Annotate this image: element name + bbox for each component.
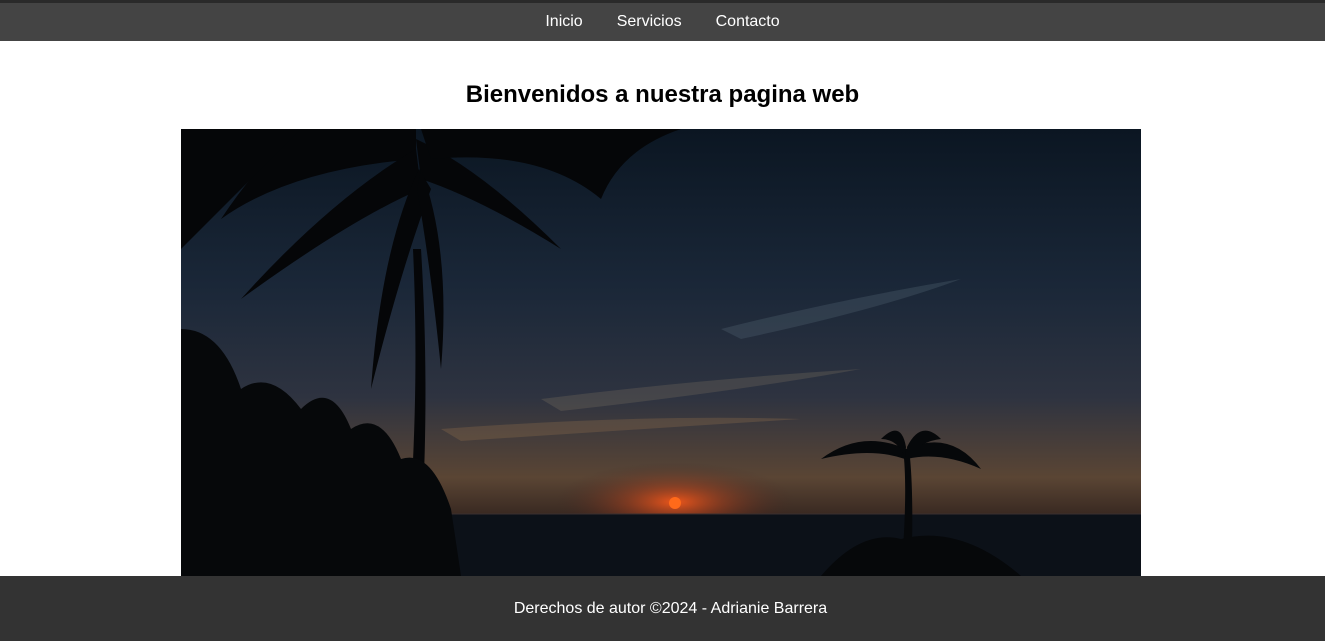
nav-link-servicios[interactable]: Servicios (617, 13, 682, 31)
main-navbar: Inicio Servicios Contacto (0, 3, 1325, 41)
nav-link-inicio[interactable]: Inicio (545, 13, 582, 31)
page-footer: Derechos de autor ©2024 - Adrianie Barre… (0, 576, 1325, 641)
hero-image (181, 129, 1141, 576)
sun-icon (669, 497, 681, 509)
page-title: Bienvenidos a nuestra pagina web (465, 81, 860, 108)
footer-copyright: Derechos de autor ©2024 - Adrianie Barre… (513, 599, 828, 617)
nav-link-contacto[interactable]: Contacto (716, 13, 780, 31)
